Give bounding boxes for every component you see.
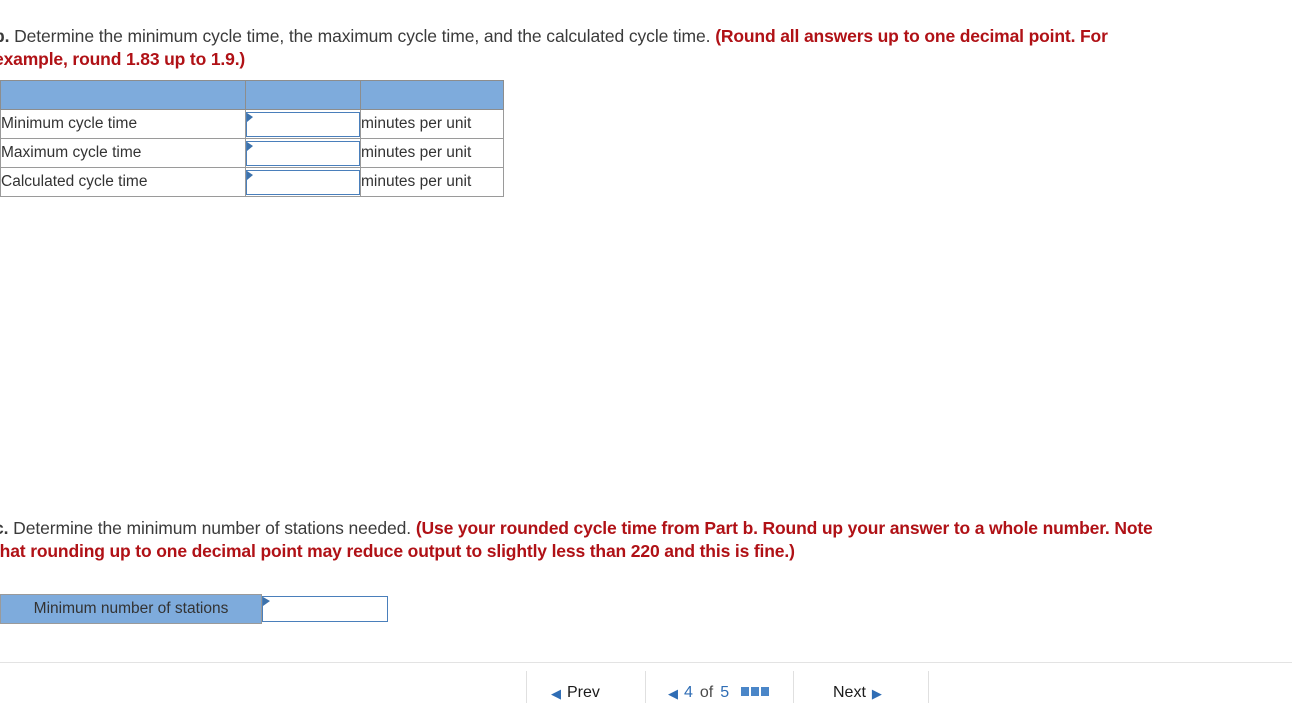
row-label-minimum-cycle-time: Minimum cycle time [0,109,246,139]
current-page-number: 4 [684,684,693,701]
question-b: b. Determine the minimum cycle time, the… [0,25,1174,71]
row-label-calculated-cycle-time: Calculated cycle time [0,167,246,197]
page-dots[interactable] [741,687,770,696]
minimum-stations-row: Minimum number of stations [0,594,388,624]
pagination-bar [0,663,1292,703]
nav-divider [526,671,527,703]
row-input-cell-maximum-cycle-time [245,138,361,168]
question-c: c. Determine the minimum number of stati… [0,517,1174,563]
row-label-maximum-cycle-time: Maximum cycle time [0,138,246,168]
row-units-maximum-cycle-time: minutes per unit [360,138,504,168]
table-header-cell-label [0,80,246,110]
prev-page-button[interactable]: ◀ Prev [551,684,600,702]
table-header-row [0,80,504,110]
page-dot[interactable] [751,687,760,696]
table-header-cell-units [360,80,504,110]
row-input-cell-calculated-cycle-time [245,167,361,197]
table-header-cell-value [245,80,361,110]
maximum-cycle-time-input[interactable] [246,140,360,166]
table-row: Minimum cycle time minutes per unit [0,109,504,139]
minimum-stations-field-wrap [262,594,388,624]
minimum-stations-label: Minimum number of stations [0,594,262,624]
page-of-label: of [699,684,714,701]
minimum-stations-input[interactable] [262,596,388,622]
row-input-cell-minimum-cycle-time [245,109,361,139]
page-dot[interactable] [741,687,750,696]
nav-divider [928,671,929,703]
cycle-time-table: Minimum cycle time minutes per unit Maxi… [0,80,504,197]
page-indicator[interactable]: ◀ 4 of 5 [668,684,770,702]
table-row: Maximum cycle time minutes per unit [0,138,504,168]
question-c-body: Determine the minimum number of stations… [8,518,416,538]
nav-divider [793,671,794,703]
table-row: Calculated cycle time minutes per unit [0,167,504,197]
row-units-minimum-cycle-time: minutes per unit [360,109,504,139]
total-page-number: 5 [720,684,730,701]
next-page-label: Next [833,684,866,701]
nav-divider [645,671,646,703]
prev-page-label: Prev [567,684,600,701]
next-page-button[interactable]: Next ▶ [833,684,882,702]
question-b-body: Determine the minimum cycle time, the ma… [9,26,716,46]
calculated-cycle-time-input[interactable] [246,169,360,195]
question-b-label: b. [0,26,10,46]
page-dot[interactable] [761,687,770,696]
minimum-cycle-time-input[interactable] [246,111,360,137]
row-units-calculated-cycle-time: minutes per unit [360,167,504,197]
